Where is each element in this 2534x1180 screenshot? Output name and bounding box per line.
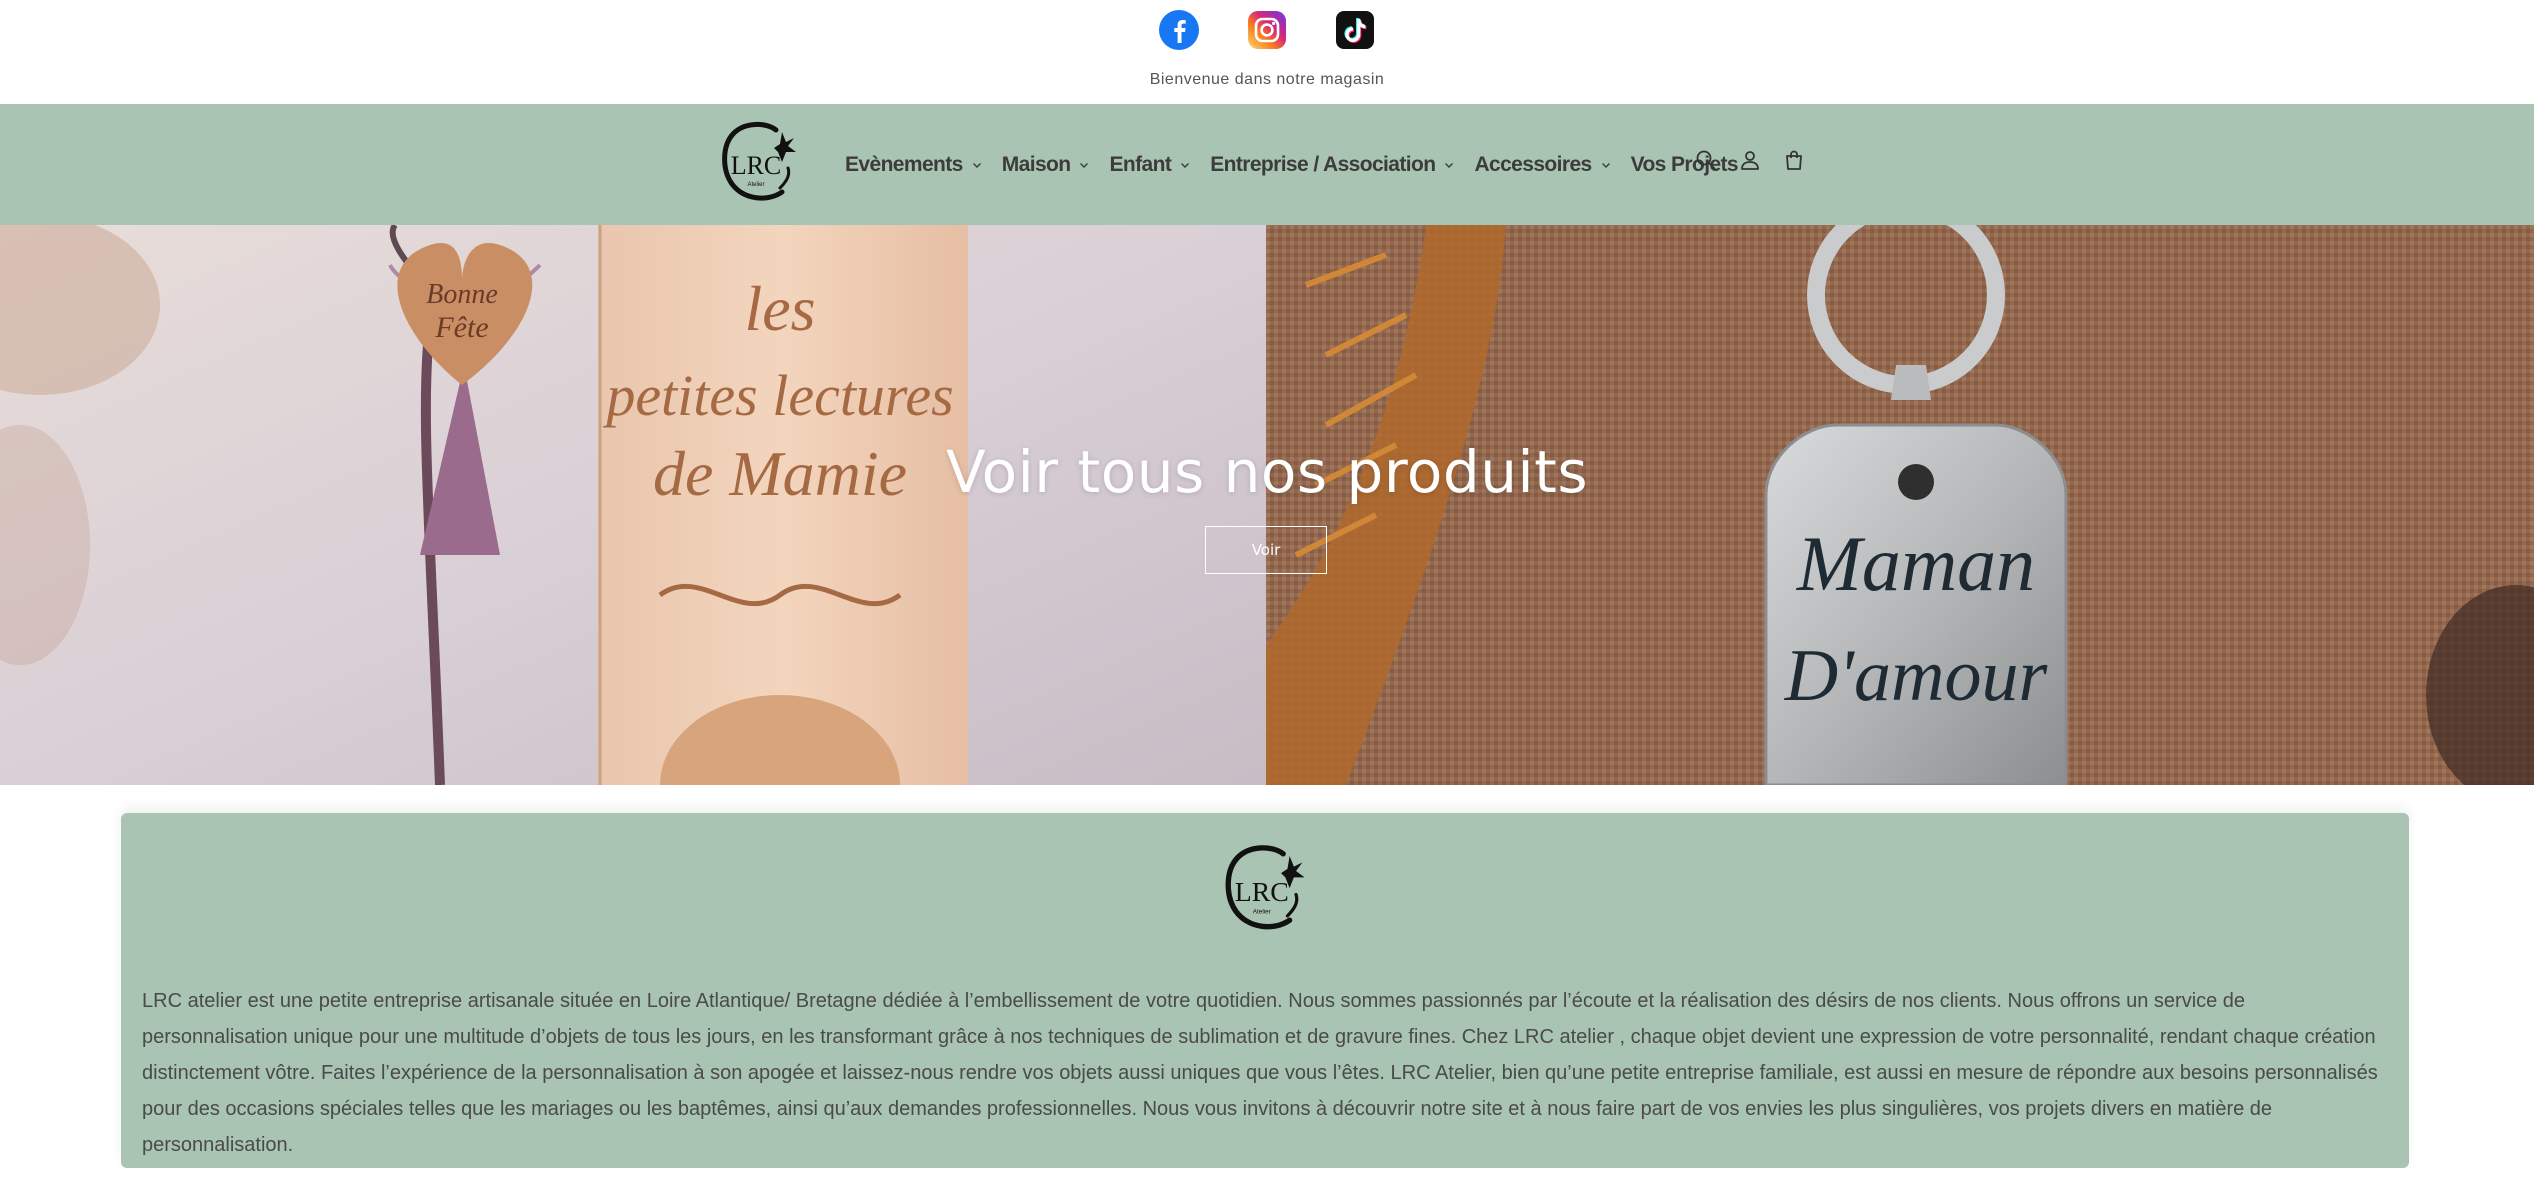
chevron-down-icon [1080,162,1089,168]
nav-entreprise[interactable]: Entreprise / Association [1210,153,1454,177]
nav-accessoires[interactable]: Accessoires [1474,153,1610,177]
about-section: LRC Atelier LRC atelier est une petite e… [121,813,2409,1168]
hero-left-tag-line2: Fête [434,311,488,344]
chevron-down-icon [1181,162,1190,168]
header-icons [1694,148,1806,172]
hero-left-tag-line1: Bonne [426,279,498,310]
nav-label: Accessoires [1474,152,1592,176]
search-icon[interactable] [1694,148,1718,172]
instagram-link[interactable] [1247,10,1287,50]
facebook-link[interactable] [1159,10,1199,50]
hero-title: Voir tous nos produits [945,438,1589,506]
logo-subtext: Atelier [747,182,764,188]
about-text: LRC atelier est une petite entreprise ar… [142,990,2378,1156]
nav-label: Evènements [845,152,963,176]
account-icon[interactable] [1738,148,1762,172]
site-logo[interactable]: LRC Atelier [716,118,802,204]
nav-evenements[interactable]: Evènements [845,153,982,177]
nav-label: Entreprise / Association [1210,152,1436,176]
site-header: LRC Atelier Evènements Maison Enfant Ent… [0,104,2534,225]
announcement-text: Bienvenue dans notre magasin [1149,71,1385,88]
hero-left-line1: les [744,273,815,344]
chevron-down-icon [972,162,981,168]
hero-banner: les petites lectures de Mamie Bonne Fête [0,225,2534,785]
instagram-icon [1248,11,1286,49]
hero-right-line2: D'amour [1784,635,2049,717]
facebook-icon [1159,10,1199,50]
nav-label: Maison [1001,152,1071,176]
nav-label: Enfant [1109,152,1172,176]
chevron-down-icon [1601,162,1610,168]
tiktok-icon [1336,11,1374,49]
about-logo: LRC Atelier [1219,841,1311,933]
nav-maison[interactable]: Maison [1002,153,1090,177]
logo-text: LRC [731,151,782,180]
about-logo-subtext: Atelier [1253,909,1272,916]
hero-left-line2: petites lectures [602,363,953,428]
tiktok-link[interactable] [1335,10,1375,50]
hero-right-line1: Maman [1796,520,2035,607]
social-links [0,10,2534,50]
about-logo-text: LRC [1235,877,1289,908]
nav-enfant[interactable]: Enfant [1109,153,1190,177]
main-nav: Evènements Maison Enfant Entreprise / As… [845,104,1758,225]
chevron-down-icon [1445,162,1454,168]
hero-view-button[interactable]: Voir [1205,526,1327,574]
cart-icon[interactable] [1782,148,1806,172]
